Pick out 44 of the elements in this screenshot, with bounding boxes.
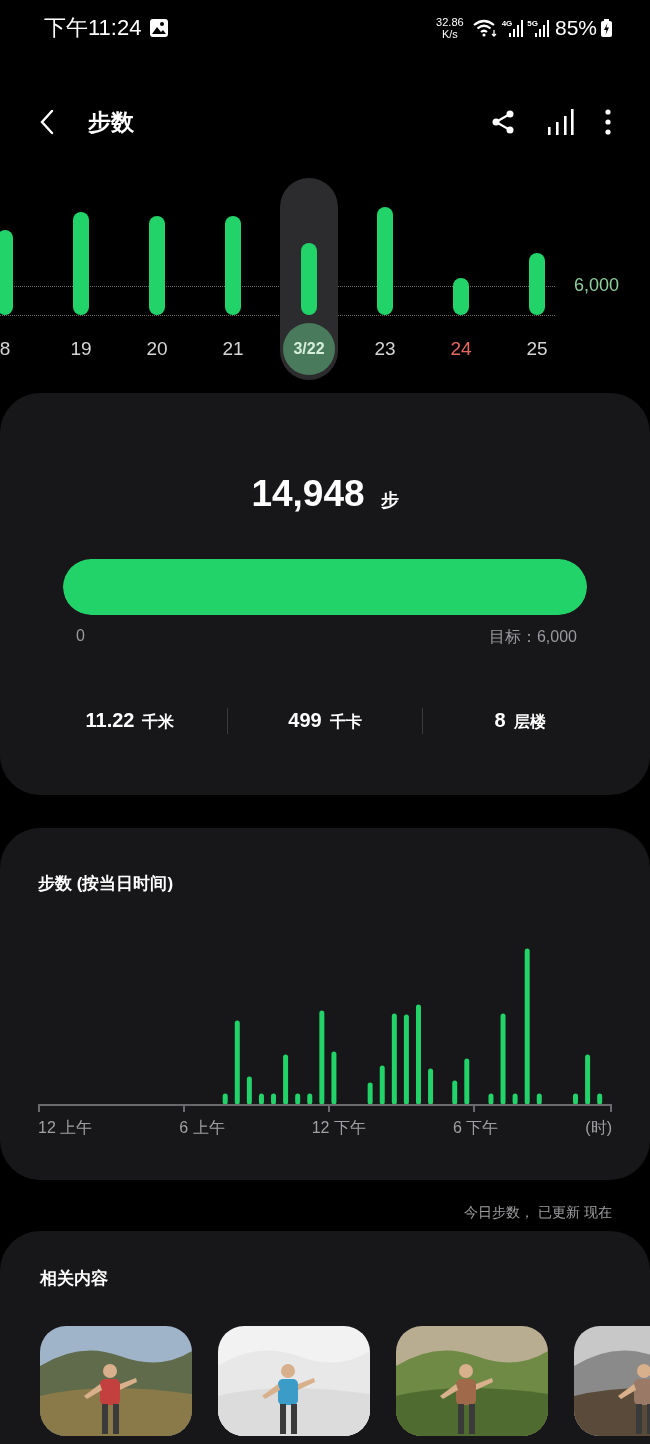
axis-label: 12 上午 bbox=[38, 1118, 93, 1138]
network-speed: 32.86 bbox=[436, 16, 464, 28]
axis-label: 6 下午 bbox=[452, 1118, 499, 1138]
progress-start-label: 0 bbox=[76, 627, 85, 646]
goal-label: 目标：6,000 bbox=[488, 627, 577, 647]
day-label[interactable]: 24 bbox=[435, 323, 487, 375]
network-type: 4G bbox=[501, 19, 513, 28]
wifi-icon bbox=[471, 18, 498, 38]
day-label[interactable]: 8 bbox=[0, 323, 31, 375]
day-label[interactable]: 25 bbox=[511, 323, 563, 375]
axis-label: 12 下午 bbox=[311, 1118, 366, 1138]
step-bar bbox=[453, 278, 469, 315]
step-bar bbox=[301, 243, 317, 315]
battery-percent: 85% bbox=[554, 16, 597, 40]
stat-unit: 层楼 bbox=[513, 712, 546, 732]
card-title: 相关内容 bbox=[40, 1268, 109, 1290]
update-note: 今日步数， 已更新 现在 bbox=[464, 1204, 612, 1222]
day-label[interactable]: 23 bbox=[359, 323, 411, 375]
page-title: 步数 bbox=[88, 107, 134, 137]
stat-value: 499 bbox=[288, 709, 322, 732]
stat-unit: 千卡 bbox=[329, 712, 362, 732]
step-unit: 步 bbox=[380, 489, 399, 512]
network-type: 5G bbox=[527, 19, 538, 28]
stat-value: 11.22 bbox=[85, 709, 135, 732]
stat-value: 8 bbox=[494, 709, 506, 732]
more-icon bbox=[604, 109, 612, 135]
axis-label: 6 上午 bbox=[179, 1118, 225, 1138]
goal-line-label: 6,000 bbox=[574, 275, 620, 296]
step-count: 14,948 bbox=[251, 473, 365, 515]
day-label[interactable]: 19 bbox=[55, 323, 107, 375]
battery-charging-icon bbox=[601, 19, 612, 37]
card-title: 步数 (按当日时间) bbox=[38, 873, 175, 895]
bar-chart-icon bbox=[546, 108, 574, 136]
step-bar bbox=[529, 253, 545, 315]
image-icon bbox=[149, 18, 170, 38]
stat-unit: 千米 bbox=[142, 712, 175, 732]
day-label[interactable]: 3/22 bbox=[283, 323, 335, 375]
day-label[interactable]: 21 bbox=[207, 323, 259, 375]
status-time: 下午11:24 bbox=[44, 14, 142, 42]
day-label[interactable]: 20 bbox=[131, 323, 183, 375]
share-icon bbox=[490, 109, 516, 135]
back-icon bbox=[40, 109, 54, 135]
axis-label: (时) bbox=[585, 1118, 612, 1138]
network-speed-unit: K/s bbox=[441, 28, 458, 40]
